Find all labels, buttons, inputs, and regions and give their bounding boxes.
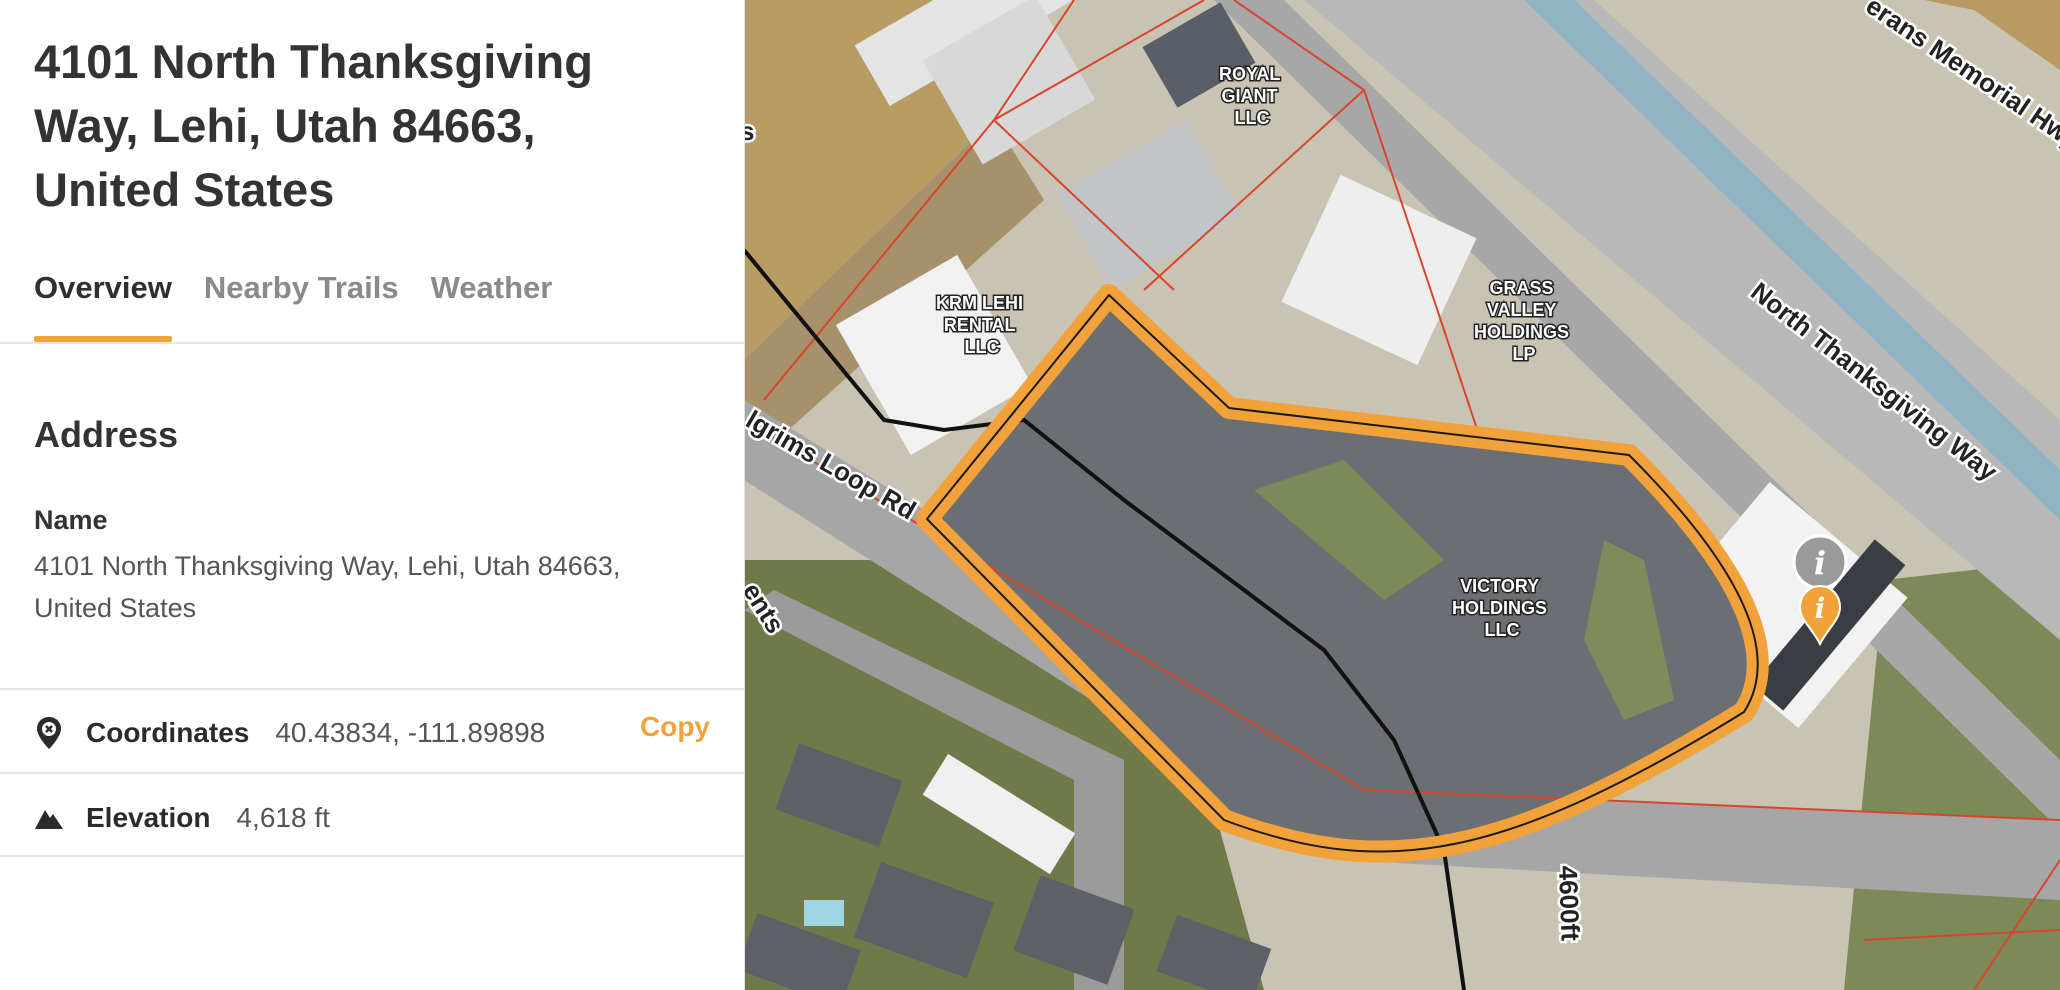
place-title: 4101 North Thanksgiving Way, Lehi, Utah … xyxy=(34,35,593,216)
info-pin-gray-icon[interactable]: i xyxy=(1792,534,1848,590)
place-details-panel: 4101 North Thanksgiving Way, Lehi, Utah … xyxy=(0,0,745,990)
elevation-row: Elevation 4,618 ft xyxy=(34,798,330,838)
coordinates-row: Coordinates 40.43834, -111.89898 xyxy=(34,713,545,753)
elevation-label: Elevation xyxy=(86,802,211,833)
tab-bar: Overview Nearby Trails Weather xyxy=(34,270,584,342)
contour-label-4600ft: 4600ft xyxy=(1553,865,1586,941)
name-label: Name xyxy=(34,505,108,535)
address-heading: Address xyxy=(34,414,179,455)
svg-text:i: i xyxy=(1814,544,1826,582)
coordinates-value: 40.43834, -111.89898 xyxy=(275,717,546,748)
mountain-icon xyxy=(34,800,64,836)
copy-coordinates-button[interactable]: Copy xyxy=(640,711,710,743)
name-value: 4101 North Thanksgiving Way, Lehi, Utah … xyxy=(34,551,621,623)
tab-nearby-trails[interactable]: Nearby Trails xyxy=(204,270,399,342)
divider xyxy=(0,855,744,857)
location-pin-icon xyxy=(34,715,64,751)
road-label-edge: s xyxy=(744,116,754,146)
elevation-value: 4,618 ft xyxy=(236,802,330,833)
satellite-map[interactable]: ROYAL GIANT LLC KRM LEHI RENTAL LLC GRAS… xyxy=(744,0,2060,990)
tab-overview[interactable]: Overview xyxy=(34,270,172,342)
pool xyxy=(804,900,844,926)
svg-text:i: i xyxy=(1815,592,1826,625)
tab-weather[interactable]: Weather xyxy=(431,270,553,342)
coordinates-label: Coordinates xyxy=(86,717,250,748)
divider xyxy=(0,688,744,690)
divider xyxy=(0,772,744,774)
tabs-divider xyxy=(0,342,744,344)
